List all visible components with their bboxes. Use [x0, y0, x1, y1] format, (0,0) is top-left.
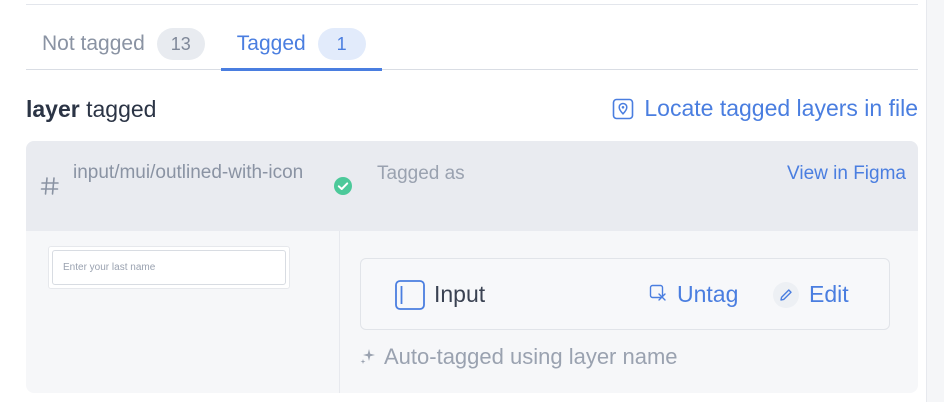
untag-icon	[649, 281, 667, 308]
preview-placeholder: Enter your last name	[52, 250, 286, 285]
tagged-as-label: Tagged as	[377, 163, 465, 184]
check-circle-icon	[333, 176, 353, 201]
tab-count-badge: 1	[317, 28, 366, 60]
top-divider	[26, 4, 918, 5]
locate-link-label: Locate tagged layers in file	[644, 95, 918, 121]
untag-label: Untag	[677, 281, 739, 307]
edit-button[interactable]: Edit	[773, 281, 849, 308]
layer-preview: Enter your last name	[26, 231, 340, 393]
card-header: input/mui/outlined-with-icon Tagged as V…	[26, 141, 918, 231]
hash-icon	[40, 176, 60, 201]
section-title-rest: tagged	[79, 96, 157, 122]
edit-label: Edit	[809, 281, 849, 307]
tab-label: Tagged	[236, 32, 306, 55]
preview-input-thumbnail: Enter your last name	[48, 246, 290, 289]
auto-tag-label: Auto-tagged using layer name	[384, 344, 678, 369]
tab-bar: Not tagged 13 Tagged 1	[26, 18, 918, 71]
input-component-icon	[395, 280, 425, 315]
tab-not-tagged[interactable]: Not tagged 13	[26, 18, 221, 70]
tab-tagged[interactable]: Tagged 1	[220, 18, 382, 71]
pencil-icon	[773, 281, 799, 308]
tagged-layer-card: input/mui/outlined-with-icon Tagged as V…	[26, 141, 918, 393]
auto-tag-note: Auto-tagged using layer name	[360, 344, 678, 370]
location-pin-icon	[612, 98, 634, 120]
layer-name: input/mui/outlined-with-icon	[73, 162, 304, 183]
sparkle-icon	[360, 344, 376, 370]
tab-label: Not tagged	[42, 32, 145, 55]
tab-count-badge: 13	[156, 28, 205, 60]
section-title: layer tagged	[26, 96, 156, 123]
tagged-component-row: Input Untag Edit	[360, 258, 890, 330]
section-title-strong: layer	[26, 96, 80, 122]
locate-tagged-layers-link[interactable]: Locate tagged layers in file	[612, 95, 918, 122]
component-name: Input	[434, 281, 486, 307]
untag-button[interactable]: Untag	[649, 281, 738, 308]
scrollbar-track[interactable]	[926, 0, 944, 402]
view-in-figma-link[interactable]: View in Figma	[787, 163, 906, 185]
